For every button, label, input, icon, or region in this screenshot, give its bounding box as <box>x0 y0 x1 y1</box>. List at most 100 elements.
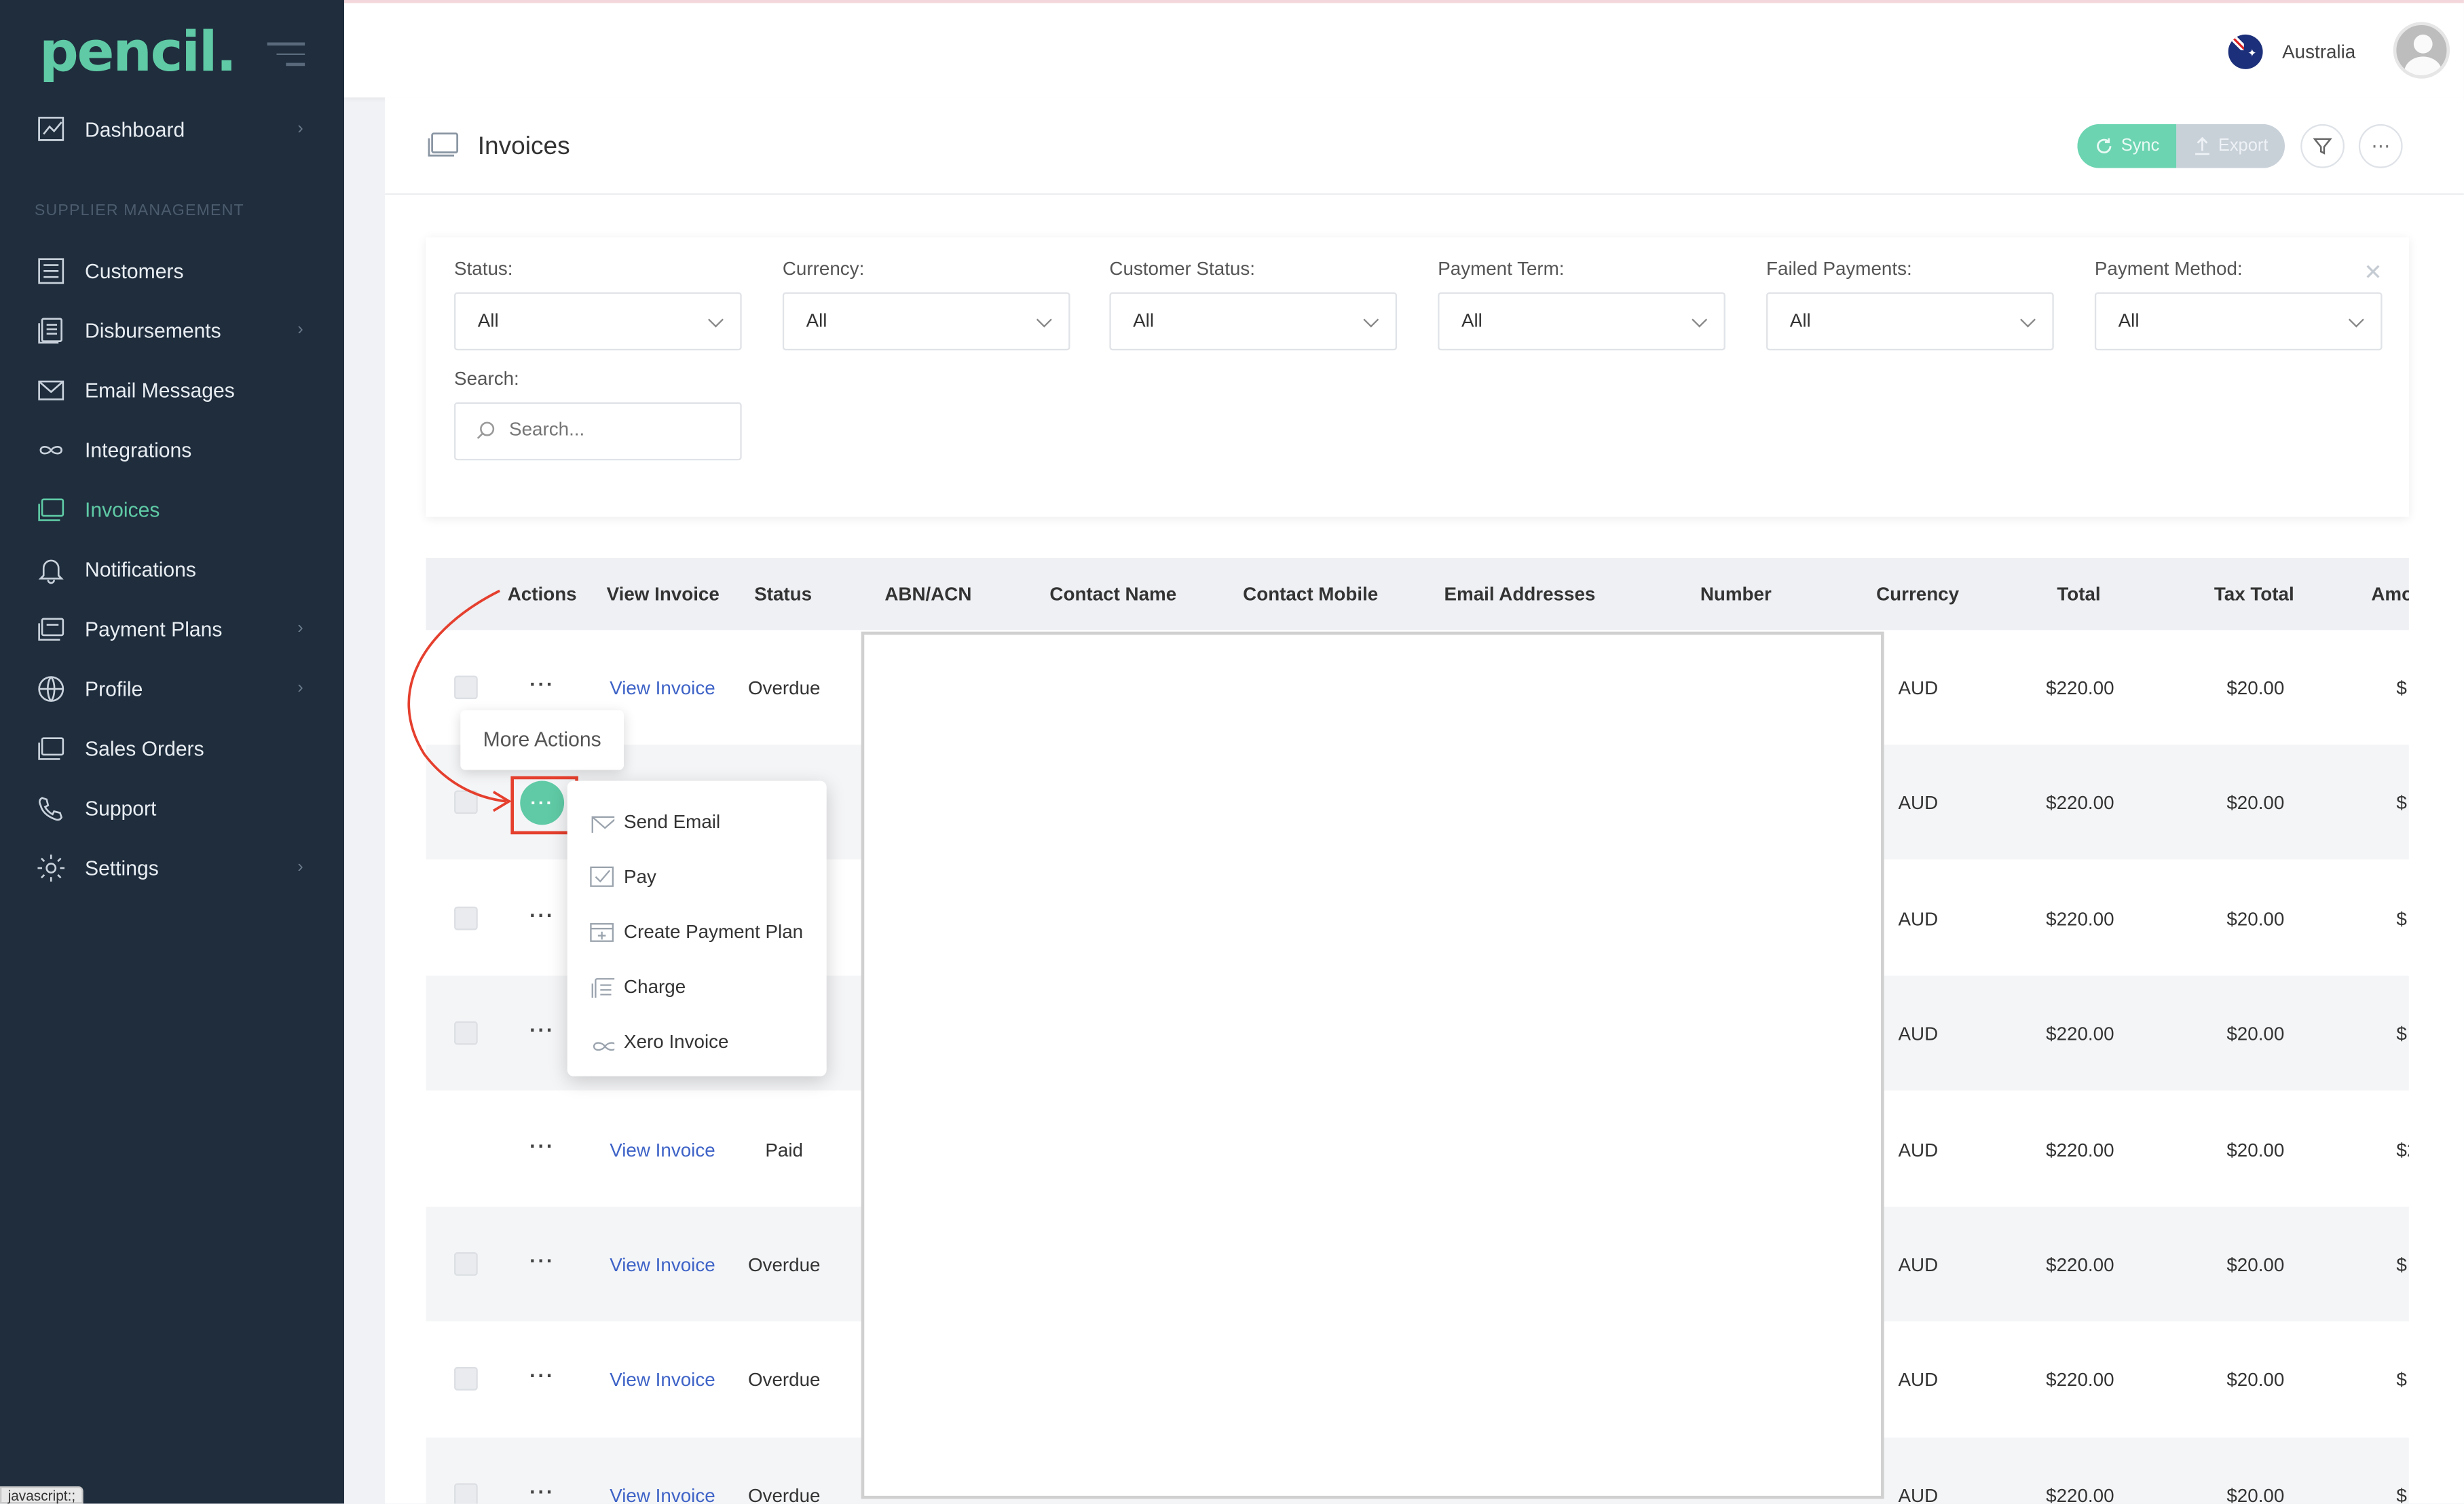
row-actions-button[interactable]: ··· <box>529 1133 555 1157</box>
row-actions-button[interactable]: ··· <box>529 1480 555 1503</box>
sync-button[interactable]: Sync <box>2077 124 2177 168</box>
filter-panel: ✕ Status: All Currency: All Customer Sta… <box>426 237 2409 517</box>
invoice-icon <box>426 130 460 170</box>
payment-term-filter-value: All <box>1461 309 1482 332</box>
avatar[interactable] <box>2393 22 2450 79</box>
chevron-down-icon <box>708 312 724 328</box>
sidebar-item-label: Invoices <box>85 497 160 521</box>
row-actions-button[interactable]: ··· <box>529 1249 555 1273</box>
sidebar-item-notifications[interactable]: Notifications <box>0 540 344 597</box>
column-header[interactable]: Contact Mobile <box>1243 583 1378 605</box>
row-checkbox[interactable] <box>454 1367 478 1391</box>
envelope-icon <box>35 374 66 405</box>
search-input[interactable] <box>509 417 730 440</box>
total-cell: $220.00 <box>2046 792 2114 815</box>
column-header[interactable]: Contact Name <box>1049 583 1176 605</box>
menu-item-create-payment-plan[interactable]: Create Payment Plan <box>567 903 827 958</box>
amount-cell: $ <box>2396 1369 2407 1391</box>
column-header[interactable]: ABN/ACN <box>884 583 971 605</box>
close-filters-icon[interactable]: ✕ <box>2364 259 2382 286</box>
tax-total-cell: $20.00 <box>2226 907 2285 930</box>
refresh-icon <box>2096 138 2111 153</box>
view-invoice-link[interactable]: View Invoice <box>610 1369 715 1391</box>
chevron-right-icon: › <box>297 857 303 877</box>
menu-item-xero-invoice[interactable]: Xero Invoice <box>567 1013 827 1068</box>
column-header[interactable]: Total <box>2057 583 2100 605</box>
row-actions-button[interactable]: ··· <box>529 1019 555 1042</box>
logo[interactable]: pencil. <box>39 22 237 85</box>
menu-toggle-icon[interactable] <box>267 42 305 73</box>
currency-cell: AUD <box>1898 1254 1939 1276</box>
sidebar-item-label: Settings <box>85 855 159 880</box>
sidebar-item-support[interactable]: Support <box>0 779 344 835</box>
row-checkbox[interactable] <box>454 1252 478 1276</box>
currency-filter-select[interactable]: All <box>782 292 1070 351</box>
chevron-down-icon <box>2020 312 2036 328</box>
invoice-icon <box>35 493 66 525</box>
amount-cell: $ <box>2396 677 2407 700</box>
globe-icon <box>35 673 66 704</box>
column-header[interactable]: Number <box>1700 583 1772 605</box>
sidebar-item-payment-plans[interactable]: Payment Plans › <box>0 600 344 656</box>
sidebar-item-invoices[interactable]: Invoices <box>0 481 344 537</box>
column-header[interactable]: Amo <box>2371 583 2409 605</box>
sidebar-item-sales-orders[interactable]: Sales Orders <box>0 719 344 776</box>
menu-item-send-email[interactable]: Send Email <box>567 793 827 848</box>
sidebar-item-customers[interactable]: Customers <box>0 242 344 299</box>
row-checkbox[interactable] <box>454 906 478 930</box>
failed-payments-filter-select[interactable]: All <box>1766 292 2054 351</box>
payment-method-filter-select[interactable]: All <box>2094 292 2383 351</box>
stack-icon <box>589 975 617 1004</box>
currency-cell: AUD <box>1898 907 1939 930</box>
menu-item-charge[interactable]: Charge <box>567 958 827 1013</box>
payment-term-filter-select[interactable]: All <box>1438 292 1725 351</box>
status-cell: Overdue <box>747 677 821 700</box>
view-invoice-link[interactable]: View Invoice <box>610 1254 715 1275</box>
total-cell: $220.00 <box>2046 1138 2114 1161</box>
row-actions-button[interactable]: ··· <box>529 1364 555 1388</box>
region-label: Australia <box>2282 41 2356 63</box>
redacted-panel <box>861 631 1884 1499</box>
column-header[interactable]: Status <box>754 583 812 605</box>
sync-export-group: Sync Export <box>2077 124 2285 168</box>
envelope-icon <box>589 810 618 836</box>
region-selector[interactable]: Australia <box>2228 34 2356 69</box>
status-filter-select[interactable]: All <box>454 292 742 351</box>
sidebar-item-email-messages[interactable]: Email Messages <box>0 361 344 417</box>
more-actions-button-active[interactable]: ··· <box>520 781 565 825</box>
sidebar-item-profile[interactable]: Profile › <box>0 660 344 716</box>
chevron-right-icon: › <box>297 679 303 698</box>
view-invoice-link[interactable]: View Invoice <box>610 1138 715 1160</box>
view-invoice-link[interactable]: View Invoice <box>610 677 715 699</box>
sidebar-item-settings[interactable]: Settings › <box>0 839 344 895</box>
menu-item-label: Create Payment Plan <box>624 920 804 942</box>
total-cell: $220.00 <box>2046 1023 2114 1045</box>
currency-cell: AUD <box>1898 677 1939 700</box>
column-header[interactable]: View Invoice <box>607 583 720 605</box>
amount-cell: $ <box>2396 1023 2407 1045</box>
amount-cell: $ <box>2396 1484 2407 1504</box>
menu-item-pay[interactable]: Pay <box>567 848 827 903</box>
row-actions-button[interactable]: ··· <box>529 903 555 927</box>
column-header[interactable]: Tax Total <box>2214 583 2294 605</box>
status-filter-label: Status: <box>454 257 513 280</box>
more-options-button[interactable]: ⋯ <box>2358 124 2403 168</box>
status-filter-value: All <box>477 309 499 332</box>
infinity-icon <box>589 1030 617 1051</box>
row-checkbox[interactable] <box>454 1482 478 1504</box>
customer-status-filter-select[interactable]: All <box>1109 292 1398 351</box>
column-header[interactable]: Email Addresses <box>1444 583 1595 605</box>
bell-icon <box>35 553 66 584</box>
sidebar-item-integrations[interactable]: Integrations <box>0 421 344 477</box>
row-checkbox[interactable] <box>454 1021 478 1045</box>
export-button[interactable]: Export <box>2176 124 2285 168</box>
column-header[interactable]: Currency <box>1876 583 1959 605</box>
menu-item-label: Send Email <box>624 810 721 832</box>
topbar: Australia <box>343 0 2464 98</box>
view-invoice-link[interactable]: View Invoice <box>610 1484 715 1503</box>
sidebar-item-disbursements[interactable]: Disbursements › <box>0 301 344 358</box>
status-cell: Overdue <box>747 1484 821 1504</box>
filter-button[interactable] <box>2300 124 2345 168</box>
sidebar-item-dashboard[interactable]: Dashboard › <box>0 100 344 157</box>
search-field[interactable] <box>454 402 742 461</box>
